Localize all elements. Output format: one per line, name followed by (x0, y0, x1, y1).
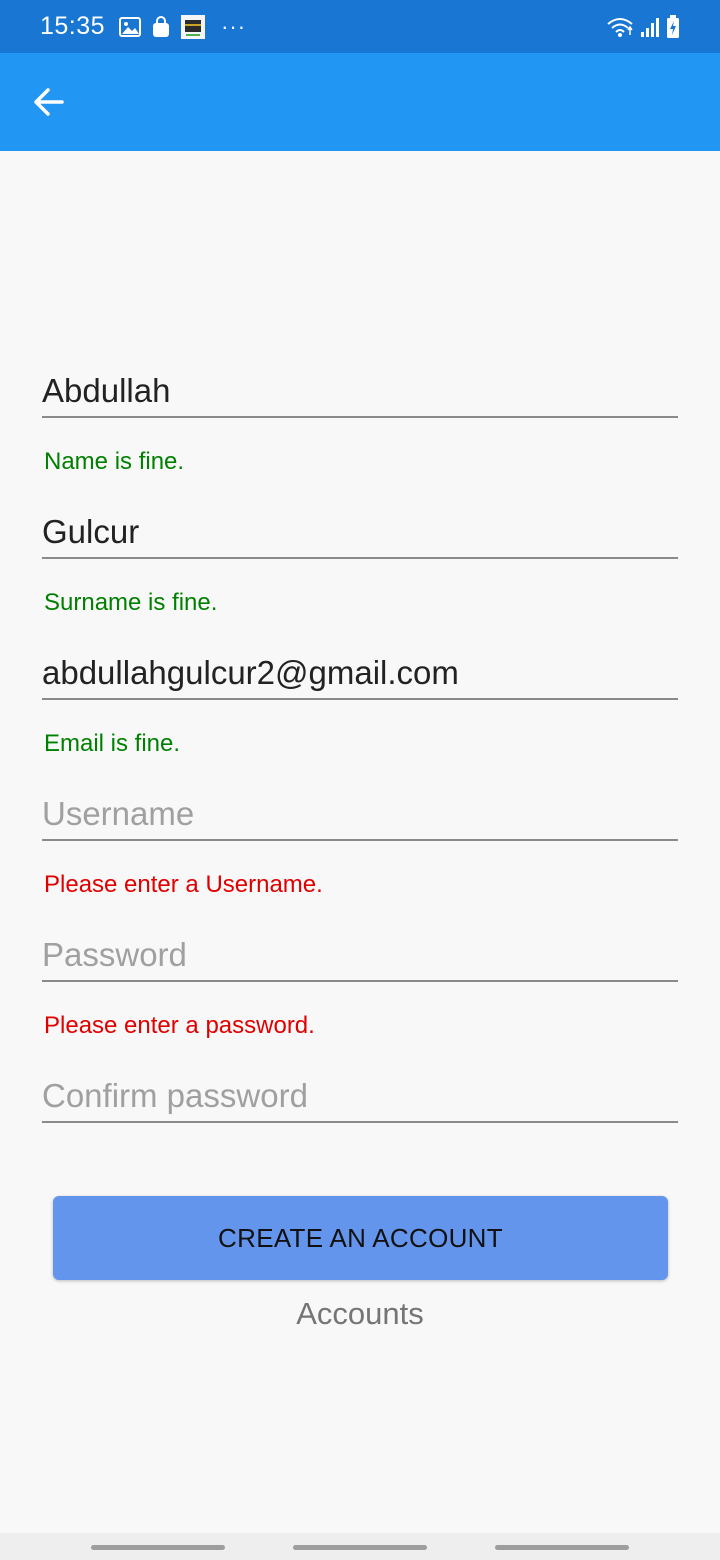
status-bar: 15:35 ··· (0, 0, 720, 53)
email-input[interactable] (42, 654, 678, 692)
status-right-icons (606, 14, 680, 39)
create-account-button[interactable]: CREATE AN ACCOUNT (53, 1196, 668, 1280)
battery-charging-icon (667, 14, 679, 38)
status-time: 15:35 (40, 12, 106, 40)
nav-back-button[interactable] (495, 1545, 629, 1550)
name-validation-message: Name is fine. (44, 448, 185, 475)
email-field (42, 642, 678, 700)
shopping-bag-icon (153, 15, 170, 37)
email-validation-message: Email is fine. (44, 730, 181, 757)
username-input[interactable] (42, 795, 678, 833)
username-field (42, 783, 678, 841)
status-left-icons: ··· (119, 14, 246, 40)
name-input[interactable] (42, 372, 678, 410)
gallery-icon (119, 16, 142, 37)
password-field (42, 924, 678, 982)
surname-field (42, 501, 678, 559)
back-button[interactable] (18, 72, 78, 132)
confirm-password-field (42, 1065, 678, 1123)
overflow-dots: ··· (221, 13, 247, 39)
nav-home-button[interactable] (293, 1545, 427, 1550)
system-nav-bar (0, 1533, 720, 1560)
confirm-password-input[interactable] (42, 1077, 678, 1115)
wifi-icon (607, 17, 633, 37)
accounts-link[interactable]: Accounts (0, 1296, 720, 1332)
nav-recents-button[interactable] (91, 1545, 225, 1550)
app-bar (0, 53, 720, 151)
arrow-back-icon (34, 88, 64, 116)
app-notification-icon (181, 14, 206, 39)
password-input[interactable] (42, 936, 678, 974)
password-validation-message: Please enter a password. (44, 1012, 315, 1039)
surname-input[interactable] (42, 513, 678, 551)
registration-form: Name is fine. Surname is fine. Email is … (42, 360, 678, 1123)
name-field (42, 360, 678, 418)
signal-icon (641, 17, 659, 37)
username-validation-message: Please enter a Username. (44, 871, 323, 898)
surname-validation-message: Surname is fine. (44, 589, 218, 616)
